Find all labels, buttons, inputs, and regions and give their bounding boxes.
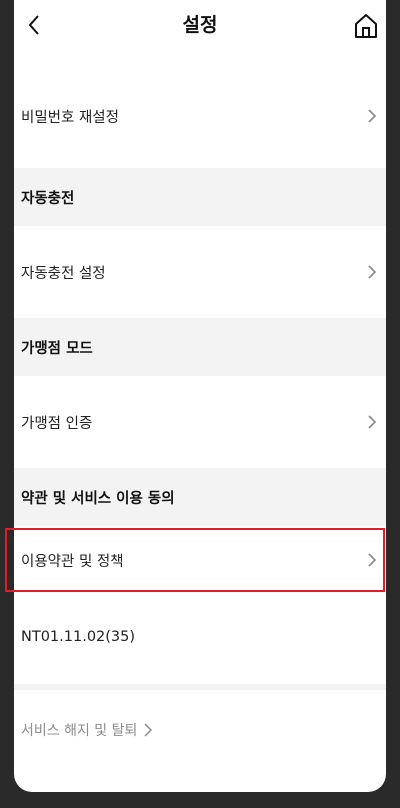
section-terms-label: 약관 및 서비스 이용 동의: [21, 490, 175, 507]
withdraw-label: 서비스 해지 및 탈퇴: [21, 723, 138, 739]
chevron-right-icon: [368, 553, 377, 567]
chevron-right-icon: [144, 723, 153, 737]
app-version: NT01.11.02(35): [21, 629, 136, 645]
chevron-right-icon: [368, 109, 377, 123]
home-icon: [355, 14, 377, 38]
header: 설정: [14, 0, 386, 50]
section-auto-charge-label: 자동충전: [21, 190, 75, 207]
settings-screen: 설정 비밀번호 재설정 자동충전 자동충전 설정 가맹점 모드 가맹점 인증 약…: [14, 0, 386, 792]
auto-charge-settings-label: 자동충전 설정: [21, 265, 106, 282]
merchant-auth-label: 가맹점 인증: [21, 415, 93, 432]
password-reset-label: 비밀번호 재설정: [21, 109, 119, 126]
home-button[interactable]: [352, 12, 380, 40]
withdraw-link[interactable]: 서비스 해지 및 탈퇴: [21, 720, 153, 740]
page-title: 설정: [182, 14, 218, 36]
section-merchant-mode-label: 가맹점 모드: [21, 340, 93, 357]
chevron-right-icon: [368, 415, 377, 429]
section-terms: 약관 및 서비스 이용 동의: [14, 468, 386, 526]
terms-policy-row[interactable]: 이용약관 및 정책: [14, 528, 386, 592]
terms-policy-label: 이용약관 및 정책: [21, 553, 124, 570]
auto-charge-settings-row[interactable]: 자동충전 설정: [14, 236, 386, 308]
merchant-auth-row[interactable]: 가맹점 인증: [14, 386, 386, 458]
section-auto-charge: 자동충전: [14, 168, 386, 226]
chevron-right-icon: [368, 265, 377, 279]
password-reset-row[interactable]: 비밀번호 재설정: [14, 80, 386, 152]
divider: [14, 684, 386, 690]
section-merchant-mode: 가맹점 모드: [14, 318, 386, 376]
